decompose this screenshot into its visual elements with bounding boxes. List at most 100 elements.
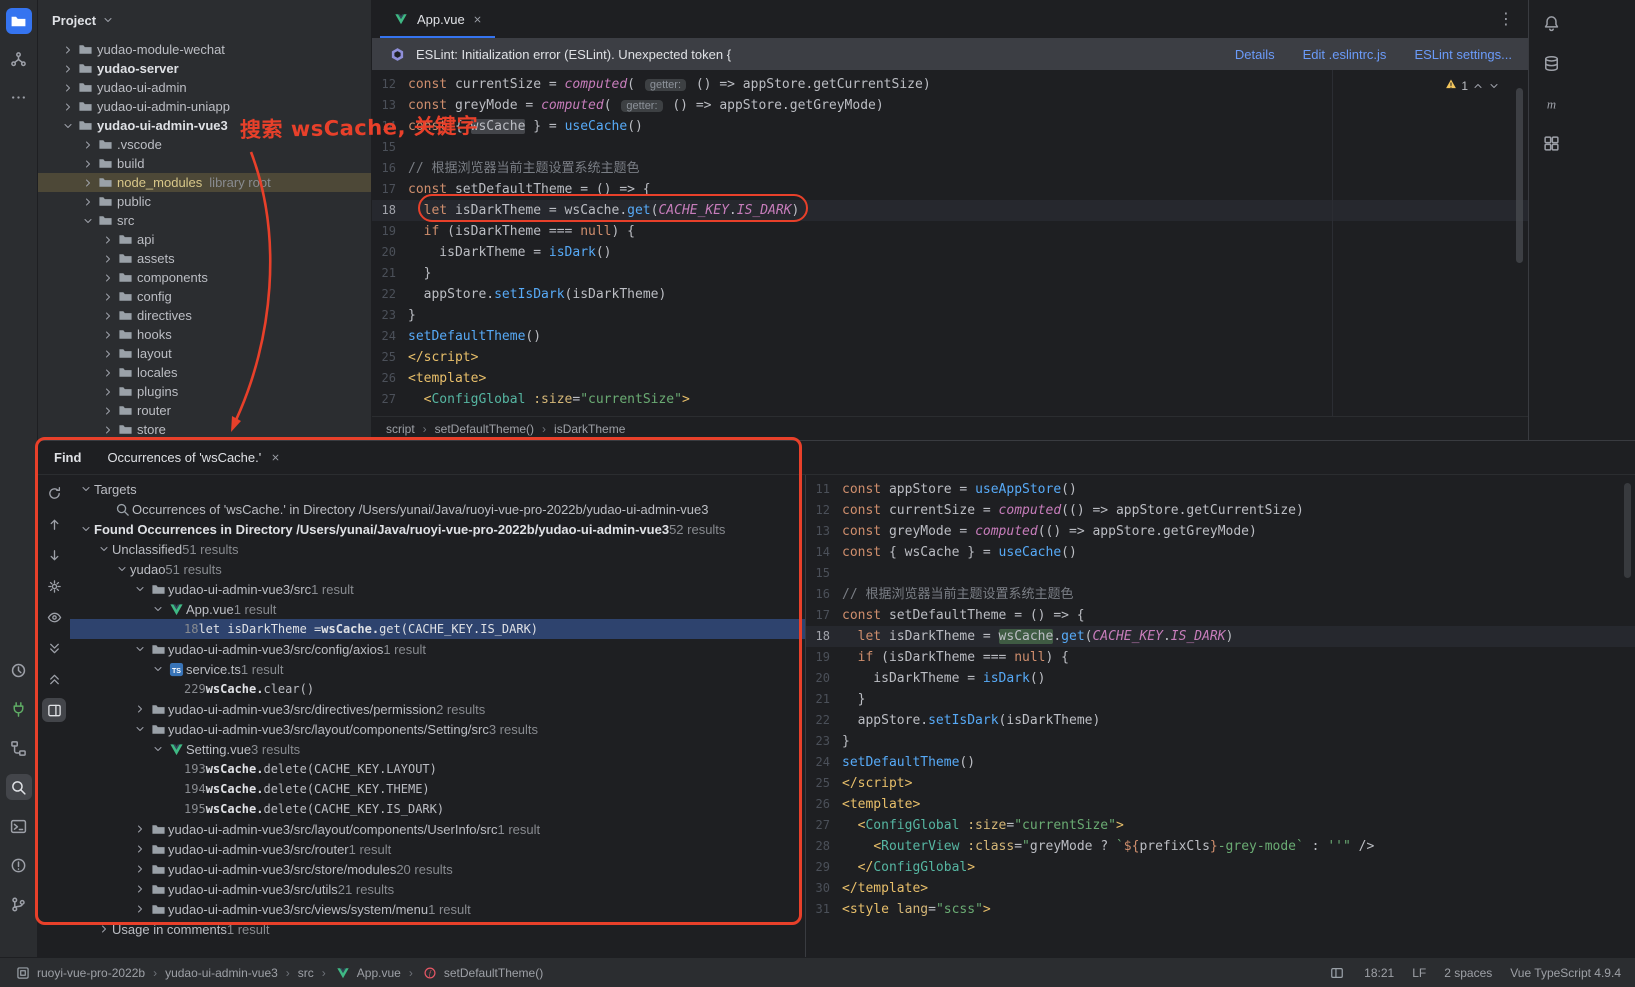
chevron-right-icon[interactable] xyxy=(96,923,112,935)
structure-tool-button[interactable] xyxy=(6,46,32,72)
project-tree-item[interactable]: yudao-module-wechat xyxy=(38,40,371,59)
recent-tool-button[interactable] xyxy=(6,657,32,683)
close-tab-icon[interactable] xyxy=(270,452,281,463)
version-control-tool-button[interactable] xyxy=(6,891,32,917)
code-line-15[interactable]: 15 xyxy=(372,137,1528,158)
chevron-right-icon[interactable] xyxy=(80,139,96,151)
code-line-29[interactable]: 29 </ConfigGlobal> xyxy=(806,857,1635,878)
chevron-right-icon[interactable] xyxy=(100,291,116,303)
chevron-right-icon[interactable] xyxy=(100,310,116,322)
find-result-row[interactable]: 18 let isDarkTheme = wsCache.get(CACHE_K… xyxy=(70,619,805,639)
banner-link[interactable]: Edit .eslintrc.js xyxy=(1303,47,1387,62)
code-line-27[interactable]: 27 <ConfigGlobal :size="currentSize"> xyxy=(806,815,1635,836)
search-settings-button[interactable] xyxy=(42,574,66,598)
code-line-23[interactable]: 23} xyxy=(806,731,1635,752)
code-line-20[interactable]: 20 isDarkTheme = isDark() xyxy=(806,668,1635,689)
ui-hierarchy-tool-button[interactable] xyxy=(6,735,32,761)
code-line-16[interactable]: 16// 根据浏览器当前主题设置系统主题色 xyxy=(372,158,1528,179)
find-result-row[interactable]: App.vue 1 result xyxy=(70,599,805,619)
chevron-right-icon[interactable] xyxy=(100,367,116,379)
breadcrumb-file[interactable]: App.vue xyxy=(334,966,401,980)
chevron-down-icon[interactable] xyxy=(60,120,76,132)
code-line-19[interactable]: 19 if (isDarkTheme === null) { xyxy=(806,647,1635,668)
project-tree-item[interactable]: hooks xyxy=(38,325,371,344)
code-line-21[interactable]: 21 } xyxy=(806,689,1635,710)
project-tree-item[interactable]: yudao-server xyxy=(38,59,371,78)
chevron-right-icon[interactable] xyxy=(132,903,148,915)
chevron-down-icon[interactable] xyxy=(132,723,148,735)
banner-link[interactable]: Details xyxy=(1235,47,1275,62)
breadcrumb-item[interactable]: isDarkTheme xyxy=(554,422,625,436)
breadcrumb-module[interactable]: yudao-ui-admin-vue3 xyxy=(165,966,278,980)
collapse-all-button[interactable] xyxy=(42,667,66,691)
search-tool-button[interactable] xyxy=(6,774,32,800)
code-line-16[interactable]: 16// 根据浏览器当前主题设置系统主题色 xyxy=(806,584,1635,605)
project-tree-item[interactable]: .vscode xyxy=(38,135,371,154)
chevron-right-icon[interactable] xyxy=(132,883,148,895)
caret-position[interactable]: 18:21 xyxy=(1364,966,1394,980)
project-tree-item[interactable]: yudao-ui-admin-vue3 xyxy=(38,116,371,135)
chevron-right-icon[interactable] xyxy=(60,44,76,56)
code-line-31[interactable]: 31<style lang="scss"> xyxy=(806,899,1635,920)
find-result-row[interactable]: 194 wsCache.delete(CACHE_KEY.THEME) xyxy=(70,779,805,799)
code-line-25[interactable]: 25</script> xyxy=(806,773,1635,794)
project-tree-item[interactable]: plugins xyxy=(38,382,371,401)
find-result-row[interactable]: Targets xyxy=(70,479,805,499)
previous-occurrence-button[interactable] xyxy=(42,512,66,536)
code-line-15[interactable]: 15 xyxy=(806,563,1635,584)
chevron-right-icon[interactable] xyxy=(60,82,76,94)
chevron-right-icon[interactable] xyxy=(100,405,116,417)
preview-usages-button[interactable] xyxy=(42,605,66,629)
code-line-11[interactable]: 11const appStore = useAppStore() xyxy=(806,479,1635,500)
code-line-20[interactable]: 20 isDarkTheme = isDark() xyxy=(372,242,1528,263)
project-tree-item[interactable]: build xyxy=(38,154,371,173)
project-tree-item[interactable]: api xyxy=(38,230,371,249)
project-tree-item[interactable]: layout xyxy=(38,344,371,363)
find-result-row[interactable]: Found Occurrences in Directory /Users/yu… xyxy=(70,519,805,539)
chevron-right-icon[interactable] xyxy=(100,329,116,341)
find-result-row[interactable]: yudao-ui-admin-vue3/src/utils 21 results xyxy=(70,879,805,899)
find-result-row[interactable]: yudao-ui-admin-vue3/src/layout/component… xyxy=(70,819,805,839)
code-line-17[interactable]: 17const setDefaultTheme = () => { xyxy=(806,605,1635,626)
chevron-right-icon[interactable] xyxy=(132,843,148,855)
find-result-row[interactable]: 195 wsCache.delete(CACHE_KEY.IS_DARK) xyxy=(70,799,805,819)
problems-tool-button[interactable] xyxy=(6,852,32,878)
code-line-27[interactable]: 27 <ConfigGlobal :size="currentSize"> xyxy=(372,389,1528,410)
services-tool-button[interactable] xyxy=(6,696,32,722)
chevron-down-icon[interactable] xyxy=(1488,80,1500,92)
more-tools-button[interactable] xyxy=(6,84,32,110)
code-line-12[interactable]: 12const currentSize = computed( getter: … xyxy=(372,74,1528,95)
chevron-right-icon[interactable] xyxy=(100,272,116,284)
chevron-down-icon[interactable] xyxy=(78,483,94,495)
project-tree-item[interactable]: directives xyxy=(38,306,371,325)
code-line-12[interactable]: 12const currentSize = computed(() => app… xyxy=(806,500,1635,521)
project-tree-item[interactable]: router xyxy=(38,401,371,420)
chevron-down-icon[interactable] xyxy=(78,523,94,535)
code-line-28[interactable]: 28 <RouterView :class="greyMode ? `${pre… xyxy=(806,836,1635,857)
code-line-26[interactable]: 26<template> xyxy=(806,794,1635,815)
breadcrumb-item[interactable]: setDefaultTheme() xyxy=(435,422,534,436)
rerun-search-button[interactable] xyxy=(42,481,66,505)
project-tree-item[interactable]: yudao-ui-admin xyxy=(38,78,371,97)
close-tab-icon[interactable] xyxy=(472,14,483,25)
chevron-down-icon[interactable] xyxy=(132,643,148,655)
code-line-24[interactable]: 24setDefaultTheme() xyxy=(806,752,1635,773)
code-line-18[interactable]: 18 let isDarkTheme = wsCache.get(CACHE_K… xyxy=(372,200,1528,221)
chevron-right-icon[interactable] xyxy=(100,386,116,398)
database-button[interactable] xyxy=(1538,50,1564,76)
code-line-18[interactable]: 18 let isDarkTheme = wsCache.get(CACHE_K… xyxy=(806,626,1635,647)
code-line-14[interactable]: 14const { wsCache } = useCache() xyxy=(806,542,1635,563)
code-line-17[interactable]: 17const setDefaultTheme = () => { xyxy=(372,179,1528,200)
code-line-23[interactable]: 23} xyxy=(372,305,1528,326)
project-tree-item[interactable]: components xyxy=(38,268,371,287)
find-result-row[interactable]: yudao-ui-admin-vue3/src/directives/permi… xyxy=(70,699,805,719)
chevron-right-icon[interactable] xyxy=(60,101,76,113)
project-tree-item[interactable]: config xyxy=(38,287,371,306)
editor-scrollbar[interactable] xyxy=(1516,88,1523,263)
project-tree-item[interactable]: assets xyxy=(38,249,371,268)
chevron-right-icon[interactable] xyxy=(132,703,148,715)
chevron-right-icon[interactable] xyxy=(132,823,148,835)
maven-button[interactable]: m xyxy=(1538,90,1564,116)
project-tree-item[interactable]: node_moduleslibrary root xyxy=(38,173,371,192)
find-result-row[interactable]: yudao-ui-admin-vue3/src/router 1 result xyxy=(70,839,805,859)
